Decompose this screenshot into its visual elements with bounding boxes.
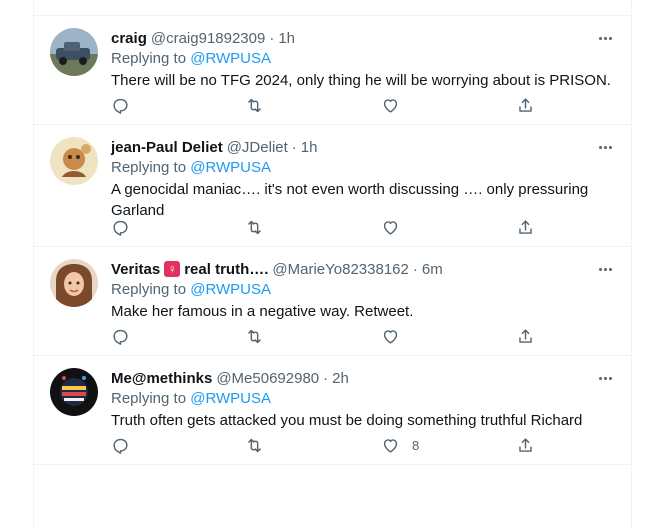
- separator: ·: [269, 29, 275, 47]
- more-icon[interactable]: [595, 261, 615, 277]
- timestamp[interactable]: 2h: [332, 370, 349, 387]
- reply-icon: [113, 220, 128, 236]
- share-icon: [519, 438, 532, 452]
- mention-link[interactable]: @RWPUSA: [190, 50, 271, 67]
- share-button[interactable]: [516, 436, 535, 455]
- user-handle[interactable]: @craig91892309: [151, 30, 265, 47]
- replying-prefix: Replying to: [111, 390, 191, 407]
- replying-to: Replying to @RWPUSA: [111, 279, 615, 301]
- share-icon: [519, 329, 532, 343]
- mention-link[interactable]: @RWPUSA: [190, 159, 271, 176]
- retweet-button[interactable]: [245, 327, 264, 346]
- retweet-icon: [248, 98, 261, 113]
- separator: ·: [323, 369, 329, 387]
- display-name[interactable]: craig: [111, 30, 147, 47]
- tweet-actions: [111, 218, 615, 238]
- mention-link[interactable]: @RWPUSA: [190, 390, 271, 407]
- more-icon[interactable]: [595, 139, 615, 155]
- display-name[interactable]: Me@methinks: [111, 370, 212, 387]
- reply-icon: [113, 329, 128, 345]
- user-handle[interactable]: @MarieYo82338162: [272, 261, 408, 278]
- like-button[interactable]: [381, 327, 412, 346]
- retweet-button[interactable]: [245, 218, 264, 237]
- avatar[interactable]: [50, 259, 98, 307]
- timestamp[interactable]: 1h: [278, 30, 295, 47]
- tweet-actions: [111, 96, 615, 116]
- reply-button[interactable]: [111, 436, 130, 455]
- replying-to: Replying to @RWPUSA: [111, 388, 615, 410]
- like-count: 8: [412, 438, 420, 453]
- female-sign-emoji: ♀: [164, 261, 181, 277]
- replying-prefix: Replying to: [111, 50, 191, 67]
- tweet[interactable]: Me@methinks @Me50692980 · 2h Replying to…: [34, 356, 631, 465]
- tweet-header: Veritas ♀ real truth…. @MarieYo82338162 …: [111, 259, 615, 279]
- display-name[interactable]: jean-Paul Deliet: [111, 139, 223, 156]
- reply-icon: [113, 98, 128, 114]
- retweet-button[interactable]: [245, 436, 264, 455]
- timestamp[interactable]: 1h: [301, 139, 318, 156]
- tweet[interactable]: Veritas ♀ real truth…. @MarieYo82338162 …: [34, 247, 631, 356]
- tweet[interactable]: craig @craig91892309 · 1h Replying to @R…: [34, 16, 631, 125]
- tweet-text: There will be no TFG 2024, only thing he…: [111, 72, 611, 89]
- tweet-actions: [111, 327, 615, 347]
- user-handle[interactable]: @JDeliet: [227, 139, 288, 156]
- share-button[interactable]: [516, 96, 535, 115]
- like-button[interactable]: [381, 218, 412, 237]
- retweet-icon: [248, 329, 261, 344]
- share-icon: [519, 98, 532, 112]
- retweet-icon: [248, 220, 261, 235]
- heart-icon: [383, 330, 398, 344]
- tweet-text: A genocidal maniac…. it's not even worth…: [111, 181, 589, 219]
- like-button[interactable]: 8: [381, 436, 419, 455]
- share-button[interactable]: [516, 218, 535, 237]
- tweet-header: Me@methinks @Me50692980 · 2h: [111, 368, 615, 388]
- timestamp[interactable]: 6m: [422, 261, 443, 278]
- separator: ·: [291, 138, 297, 156]
- reply-button[interactable]: [111, 96, 130, 115]
- tweet-text: Truth often gets attacked you must be do…: [111, 412, 583, 429]
- reply-button[interactable]: [111, 218, 130, 237]
- heart-icon: [383, 439, 398, 453]
- reply-icon: [113, 438, 128, 454]
- avatar[interactable]: [50, 137, 98, 185]
- mention-link[interactable]: @RWPUSA: [190, 281, 271, 298]
- reply-thread: craig @craig91892309 · 1h Replying to @R…: [33, 0, 632, 528]
- heart-icon: [383, 99, 398, 113]
- reply-button[interactable]: [111, 327, 130, 346]
- heart-icon: [383, 221, 398, 235]
- user-handle[interactable]: @Me50692980: [216, 370, 319, 387]
- retweet-button[interactable]: [245, 96, 264, 115]
- more-icon[interactable]: [595, 370, 615, 386]
- replying-prefix: Replying to: [111, 159, 191, 176]
- replying-to: Replying to @RWPUSA: [111, 48, 615, 70]
- top-divider: [34, 0, 631, 16]
- display-name-suffix[interactable]: real truth….: [184, 261, 268, 278]
- separator: ·: [412, 260, 418, 278]
- replying-to: Replying to @RWPUSA: [111, 157, 615, 179]
- tweet-header: jean-Paul Deliet @JDeliet · 1h: [111, 137, 615, 157]
- like-button[interactable]: [381, 96, 412, 115]
- replying-prefix: Replying to: [111, 281, 191, 298]
- avatar[interactable]: [50, 368, 98, 416]
- tweet-actions: 8: [111, 436, 615, 456]
- display-name[interactable]: Veritas: [111, 261, 160, 278]
- tweet-header: craig @craig91892309 · 1h: [111, 28, 615, 48]
- avatar[interactable]: [50, 28, 98, 76]
- tweet[interactable]: jean-Paul Deliet @JDeliet · 1h Replying …: [34, 125, 631, 247]
- more-icon[interactable]: [595, 30, 615, 46]
- tweet-text: Make her famous in a negative way. Retwe…: [111, 303, 414, 320]
- share-button[interactable]: [516, 327, 535, 346]
- retweet-icon: [248, 438, 261, 453]
- share-icon: [519, 220, 532, 234]
